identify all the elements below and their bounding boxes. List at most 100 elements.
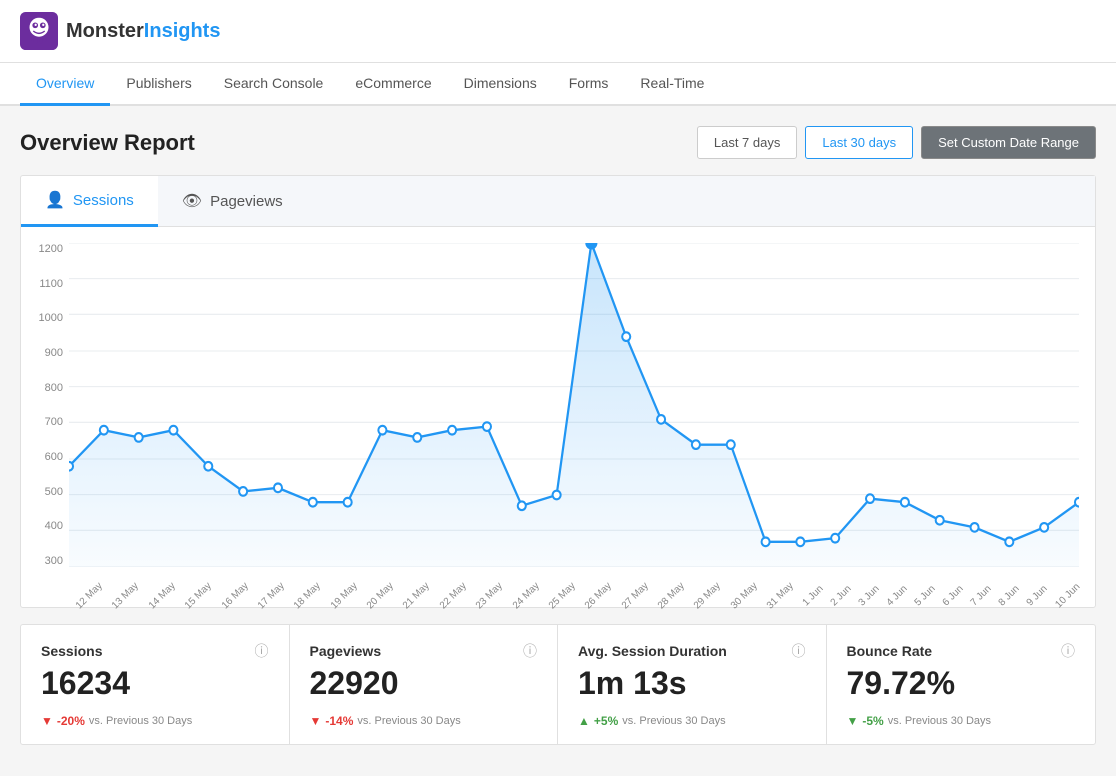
y-label-300: 300 — [45, 555, 63, 567]
report-header: Overview Report Last 7 days Last 30 days… — [20, 126, 1096, 159]
app-header: MonsterInsights — [0, 0, 1116, 63]
x-label-30may: 30 May — [729, 580, 760, 611]
stat-avg-session-label-row: Avg. Session Duration ⓘ — [578, 641, 806, 661]
x-label-9jun: 9 Jun — [1024, 583, 1049, 608]
chart-svg-area — [69, 243, 1079, 567]
x-label-28may: 28 May — [656, 580, 687, 611]
x-label-13may: 13 May — [110, 580, 141, 611]
x-label-19may: 19 May — [328, 580, 359, 611]
y-label-1000: 1000 — [39, 312, 63, 324]
stat-avg-session: Avg. Session Duration ⓘ 1m 13s ▲ +5% vs.… — [558, 625, 827, 744]
pageviews-arrow-icon: ▼ — [310, 714, 322, 728]
x-label-1jun: 1 Jun — [800, 583, 825, 608]
custom-date-button[interactable]: Set Custom Date Range — [921, 126, 1096, 159]
avg-session-arrow-icon: ▲ — [578, 714, 590, 728]
user-icon: 👤 — [45, 190, 65, 210]
x-label-3jun: 3 Jun — [856, 583, 881, 608]
main-nav: Overview Publishers Search Console eComm… — [0, 63, 1116, 106]
x-label-17may: 17 May — [256, 580, 287, 611]
x-label-27may: 27 May — [619, 580, 650, 611]
x-label-25may: 25 May — [547, 580, 578, 611]
x-label-10jun: 10 Jun — [1053, 581, 1082, 610]
eye-icon: 👁 — [182, 191, 202, 211]
x-label-12may: 12 May — [74, 580, 105, 611]
x-label-18may: 18 May — [292, 580, 323, 611]
x-axis: 12 May 13 May 14 May 15 May 16 May 17 Ma… — [69, 592, 1079, 603]
x-label-5jun: 5 Jun — [912, 583, 937, 608]
logo-insights: Insights — [144, 20, 221, 42]
stat-bounce-rate-comparison: ▼ -5% vs. Previous 30 Days — [847, 714, 992, 728]
date-controls: Last 7 days Last 30 days Set Custom Date… — [697, 126, 1096, 159]
chart-container: 1200 1100 1000 900 800 700 600 500 400 3… — [21, 227, 1095, 607]
y-label-1200: 1200 — [39, 243, 63, 255]
nav-forms[interactable]: Forms — [553, 63, 625, 106]
y-label-500: 500 — [45, 486, 63, 498]
tab-sessions-label: Sessions — [73, 192, 134, 209]
main-content: Overview Report Last 7 days Last 30 days… — [0, 106, 1116, 765]
y-label-800: 800 — [45, 382, 63, 394]
pageviews-vs: vs. Previous 30 Days — [357, 715, 460, 727]
stat-bounce-rate-label-row: Bounce Rate ⓘ — [847, 641, 1076, 661]
x-label-20may: 20 May — [365, 580, 396, 611]
nav-search-console[interactable]: Search Console — [208, 63, 340, 106]
nav-overview[interactable]: Overview — [20, 63, 110, 106]
y-label-400: 400 — [45, 520, 63, 532]
x-label-7jun: 7 Jun — [968, 583, 993, 608]
monster-logo-icon — [20, 12, 58, 50]
stat-avg-session-label: Avg. Session Duration — [578, 643, 727, 659]
x-label-29may: 29 May — [692, 580, 723, 611]
y-label-700: 700 — [45, 416, 63, 428]
stat-sessions-label: Sessions — [41, 643, 102, 659]
x-label-15may: 15 May — [183, 580, 214, 611]
x-label-8jun: 8 Jun — [996, 583, 1021, 608]
avg-session-vs: vs. Previous 30 Days — [622, 715, 725, 727]
bounce-rate-change: -5% — [862, 714, 883, 728]
stat-avg-session-info[interactable]: ⓘ — [792, 641, 806, 661]
bounce-rate-vs: vs. Previous 30 Days — [888, 715, 991, 727]
chart-section: 👤 Sessions 👁 Pageviews 1200 1100 1000 90… — [20, 175, 1096, 608]
last30-button[interactable]: Last 30 days — [805, 126, 913, 159]
x-label-14may: 14 May — [147, 580, 178, 611]
stat-sessions-value: 16234 — [41, 665, 130, 702]
stat-pageviews-comparison: ▼ -14% vs. Previous 30 Days — [310, 714, 461, 728]
nav-ecommerce[interactable]: eCommerce — [339, 63, 447, 106]
chart-fill — [69, 243, 1079, 567]
y-label-1100: 1100 — [39, 278, 63, 290]
stats-row: Sessions ⓘ 16234 ▼ -20% vs. Previous 30 … — [20, 624, 1096, 745]
stat-sessions-info[interactable]: ⓘ — [255, 641, 269, 661]
stat-bounce-rate-value: 79.72% — [847, 665, 956, 702]
sessions-arrow-icon: ▼ — [41, 714, 53, 728]
chart-tabs: 👤 Sessions 👁 Pageviews — [21, 176, 1095, 227]
x-label-26may: 26 May — [583, 580, 614, 611]
tab-sessions[interactable]: 👤 Sessions — [21, 176, 158, 227]
stat-avg-session-comparison: ▲ +5% vs. Previous 30 Days — [578, 714, 726, 728]
x-label-23may: 23 May — [474, 580, 505, 611]
stat-pageviews-info[interactable]: ⓘ — [523, 641, 537, 661]
sessions-vs: vs. Previous 30 Days — [89, 715, 192, 727]
stat-sessions-label-row: Sessions ⓘ — [41, 641, 269, 661]
logo-text: MonsterInsights — [66, 20, 220, 43]
bounce-rate-arrow-icon: ▼ — [847, 714, 859, 728]
x-label-21may: 21 May — [401, 580, 432, 611]
nav-publishers[interactable]: Publishers — [110, 63, 207, 106]
nav-dimensions[interactable]: Dimensions — [448, 63, 553, 106]
logo: MonsterInsights — [20, 12, 220, 50]
logo-monster: Monster — [66, 20, 144, 42]
chart-svg — [69, 243, 1079, 567]
stat-pageviews-label: Pageviews — [310, 643, 382, 659]
stat-bounce-rate: Bounce Rate ⓘ 79.72% ▼ -5% vs. Previous … — [827, 625, 1096, 744]
tab-pageviews[interactable]: 👁 Pageviews — [158, 176, 1095, 226]
x-label-31may: 31 May — [765, 580, 796, 611]
stat-bounce-rate-info[interactable]: ⓘ — [1061, 641, 1075, 661]
stat-bounce-rate-label: Bounce Rate — [847, 643, 933, 659]
last7-button[interactable]: Last 7 days — [697, 126, 798, 159]
x-label-24may: 24 May — [510, 580, 541, 611]
x-label-16may: 16 May — [219, 580, 250, 611]
stat-sessions: Sessions ⓘ 16234 ▼ -20% vs. Previous 30 … — [21, 625, 290, 744]
nav-real-time[interactable]: Real-Time — [624, 63, 720, 106]
sessions-change: -20% — [57, 714, 85, 728]
stat-avg-session-value: 1m 13s — [578, 665, 687, 702]
y-axis: 1200 1100 1000 900 800 700 600 500 400 3… — [21, 243, 69, 567]
stat-pageviews: Pageviews ⓘ 22920 ▼ -14% vs. Previous 30… — [290, 625, 559, 744]
tab-pageviews-label: Pageviews — [210, 193, 283, 210]
